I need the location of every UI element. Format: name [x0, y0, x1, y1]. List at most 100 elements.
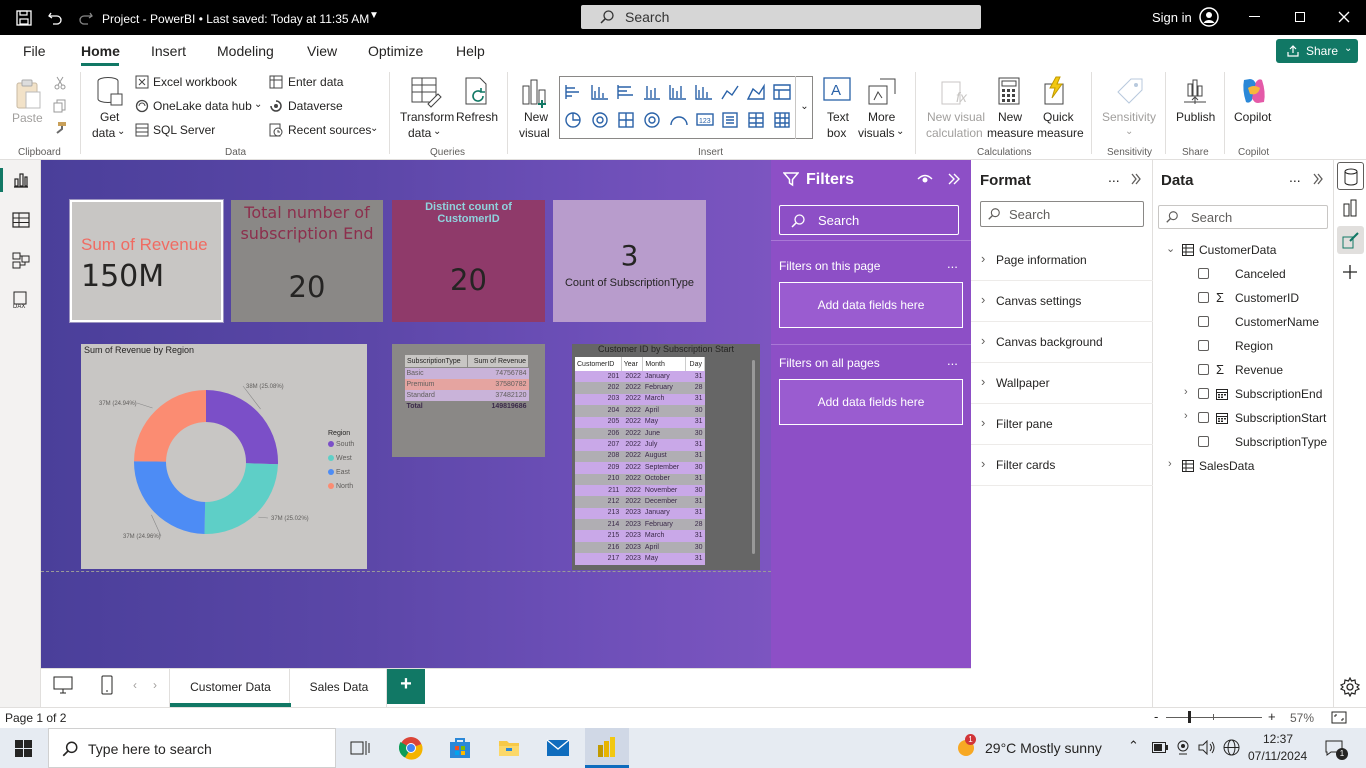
- text-box-label-2[interactable]: box: [827, 126, 846, 141]
- table-row[interactable]: 213 2023 January 31: [575, 507, 705, 520]
- subscriptiontype-checkbox[interactable]: [1198, 436, 1209, 447]
- revenue-matrix-visual[interactable]: SubscriptionType Sum of Revenue Basic 74756…: [392, 344, 545, 457]
- table-row[interactable]: 215 2023 March 31: [575, 530, 705, 542]
- section-filter-pane[interactable]: › Filter pane: [971, 404, 1153, 445]
- zoom-out-button[interactable]: -: [1154, 709, 1158, 724]
- onelake-chevron-icon[interactable]: ⌄: [254, 99, 262, 110]
- table-row[interactable]: 209 2022 September 30: [575, 462, 705, 474]
- field-subscriptionstart[interactable]: SubscriptionStart: [1235, 408, 1326, 428]
- global-search[interactable]: Search: [581, 5, 981, 29]
- publish-icon[interactable]: [1180, 76, 1210, 106]
- get-data-chevron-icon[interactable]: ⌄: [117, 126, 125, 137]
- taskbar-search-box[interactable]: Type here to search: [48, 728, 336, 768]
- table-row[interactable]: 211 2022 November 30: [575, 484, 705, 497]
- new-visual-icon[interactable]: [520, 76, 550, 108]
- table-row[interactable]: 216 2023 April 30: [575, 541, 705, 554]
- new-visual-label-2[interactable]: visual: [519, 126, 550, 141]
- subscription-end-card[interactable]: Total number of subscription End 20: [231, 200, 383, 322]
- section-page-information[interactable]: › Page information: [971, 240, 1153, 281]
- zoom-slider-track[interactable]: [1166, 717, 1262, 718]
- table-row[interactable]: 208 2022 August 31: [575, 450, 705, 463]
- region-checkbox[interactable]: [1198, 340, 1209, 351]
- more-visuals-chevron-icon[interactable]: ⌄: [896, 126, 904, 137]
- sign-in-link[interactable]: Sign in: [1152, 10, 1192, 25]
- camera-icon[interactable]: [1176, 740, 1190, 755]
- salesdata-expand-icon[interactable]: ›: [1168, 458, 1172, 470]
- transform-chevron-icon[interactable]: ⌄: [433, 126, 441, 137]
- section-filter-cards[interactable]: › Filter cards: [971, 445, 1153, 486]
- subscriptionstart-expand-icon[interactable]: ›: [1184, 410, 1188, 422]
- account-icon[interactable]: [1199, 7, 1219, 27]
- field-subscriptionend[interactable]: SubscriptionEnd: [1235, 384, 1322, 404]
- visual-gallery-icons[interactable]: 123: [563, 82, 797, 136]
- volume-icon[interactable]: [1198, 740, 1216, 755]
- add-page-filter-drop-zone[interactable]: Add data fields here: [779, 282, 963, 328]
- distinct-customer-card[interactable]: Distinct count of CustomerID 20: [392, 200, 545, 322]
- menu-modeling[interactable]: Modeling: [217, 43, 274, 59]
- canceled-checkbox[interactable]: [1198, 268, 1209, 279]
- settings-icon[interactable]: [1340, 677, 1360, 697]
- collapse-filters-icon[interactable]: [947, 172, 961, 186]
- zoom-slider-thumb[interactable]: [1188, 711, 1191, 723]
- report-canvas[interactable]: Sum of Revenue 150M Total number of subs…: [41, 160, 771, 668]
- add-all-pages-filter-drop-zone[interactable]: Add data fields here: [779, 379, 963, 425]
- onelake-button[interactable]: OneLake data hub: [153, 99, 252, 114]
- more-visuals-label-2[interactable]: visuals: [858, 126, 895, 141]
- transform-data-icon[interactable]: [410, 76, 442, 108]
- table-row[interactable]: 210 2022 October 31: [575, 473, 705, 485]
- field-customername[interactable]: CustomerName: [1235, 312, 1319, 332]
- new-measure-label-2[interactable]: measure: [987, 126, 1034, 141]
- weather-text[interactable]: 29°C Mostly sunny: [985, 740, 1102, 756]
- table-row[interactable]: 203 2022 March 31: [575, 393, 705, 406]
- donut-slice-west[interactable]: [204, 463, 278, 534]
- customerid-checkbox[interactable]: [1198, 292, 1209, 303]
- more-visuals-icon[interactable]: [866, 76, 898, 108]
- more-visuals-label[interactable]: More: [868, 110, 895, 125]
- subscriptionend-expand-icon[interactable]: ›: [1184, 386, 1188, 398]
- transform-data-label-2[interactable]: data: [408, 126, 431, 141]
- field-customerid[interactable]: CustomerID: [1235, 288, 1299, 308]
- new-measure-label[interactable]: New: [998, 110, 1022, 125]
- mail-icon[interactable]: [546, 737, 570, 759]
- data-search[interactable]: Search: [1158, 205, 1328, 229]
- copilot-label[interactable]: Copilot: [1234, 110, 1271, 125]
- transform-data-label[interactable]: Transform: [400, 110, 454, 125]
- donut-slice-north[interactable]: [134, 390, 206, 462]
- mobile-layout-icon[interactable]: [101, 675, 113, 695]
- donut-slice-south[interactable]: [206, 390, 278, 465]
- customer-table[interactable]: CustomerID Year Month Day 201 2022 January 31 20…: [575, 357, 706, 565]
- quick-measure-label-2[interactable]: measure: [1037, 126, 1084, 141]
- table-row[interactable]: 212 2022 December 31: [575, 496, 705, 508]
- data-more-icon[interactable]: ...: [1289, 169, 1301, 185]
- quick-measure-label[interactable]: Quick: [1043, 110, 1074, 125]
- revenue-card[interactable]: Sum of Revenue 150M: [70, 200, 223, 322]
- salesdata-table-label[interactable]: SalesData: [1199, 456, 1254, 476]
- dax-query-view-icon[interactable]: DAX: [12, 291, 30, 309]
- customerdata-table-label[interactable]: CustomerData: [1199, 240, 1276, 260]
- section-canvas-settings[interactable]: › Canvas settings: [971, 281, 1153, 322]
- matrix-header-cell[interactable]: SubscriptionType: [404, 354, 468, 368]
- table-row[interactable]: 207 2022 July 31: [575, 439, 705, 451]
- tab-customer-data[interactable]: Customer Data: [169, 669, 291, 707]
- revenue-matrix[interactable]: SubscriptionType Sum of Revenue Basic 74756…: [404, 354, 530, 412]
- customer-table-scrollbar[interactable]: [752, 360, 755, 554]
- visual-gallery-scroll[interactable]: ⌄: [795, 76, 813, 139]
- format-more-icon[interactable]: ...: [1108, 169, 1120, 185]
- enter-data-button[interactable]: Enter data: [288, 75, 343, 90]
- tab-sales-data[interactable]: Sales Data: [291, 669, 387, 707]
- donut-slice-east[interactable]: [134, 461, 206, 534]
- menu-help[interactable]: Help: [456, 43, 485, 59]
- undo-icon[interactable]: [47, 10, 63, 26]
- file-explorer-icon[interactable]: [497, 736, 521, 760]
- fit-to-page-icon[interactable]: [1331, 711, 1347, 724]
- collapse-format-icon[interactable]: [1130, 173, 1142, 185]
- table-row[interactable]: 205 2022 May 31: [575, 416, 705, 428]
- table-header-cell[interactable]: Month: [642, 357, 686, 371]
- table-header-cell[interactable]: CustomerID: [575, 357, 622, 371]
- publish-label[interactable]: Publish: [1176, 110, 1215, 125]
- subscription-type-card[interactable]: 3 Count of SubscriptionType: [553, 200, 706, 322]
- matrix-header-cell[interactable]: Sum of Revenue: [466, 354, 530, 368]
- eye-icon[interactable]: [917, 172, 933, 186]
- copilot-icon[interactable]: [1238, 76, 1270, 106]
- dataverse-button[interactable]: Dataverse: [288, 99, 343, 114]
